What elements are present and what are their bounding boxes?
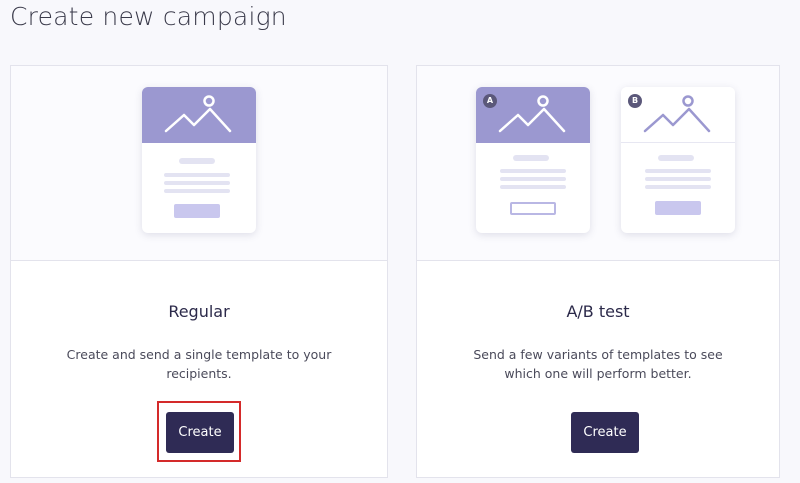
- page-title: Create new campaign: [10, 2, 287, 31]
- template-preview: [142, 87, 256, 233]
- card-title: Regular: [168, 302, 230, 321]
- image-icon: [643, 95, 711, 133]
- template-illustration: [11, 66, 387, 261]
- image-icon: [498, 95, 566, 133]
- template-illustration: A B: [417, 66, 779, 261]
- image-icon: [164, 95, 232, 133]
- template-preview-variant-b: B: [621, 87, 735, 233]
- card-description: Send a few variants of templates to see …: [473, 347, 723, 381]
- template-preview-variant-a: A: [476, 87, 590, 233]
- variant-badge-b: B: [628, 94, 642, 108]
- card-description: Create and send a single template to you…: [66, 347, 332, 381]
- variant-badge-a: A: [483, 94, 497, 108]
- campaign-card-ab-test[interactable]: A B A/B test Send a few variants of temp…: [416, 65, 780, 478]
- highlight-box: [157, 401, 241, 462]
- create-ab-test-button[interactable]: Create: [571, 412, 639, 453]
- card-title: A/B test: [566, 302, 630, 321]
